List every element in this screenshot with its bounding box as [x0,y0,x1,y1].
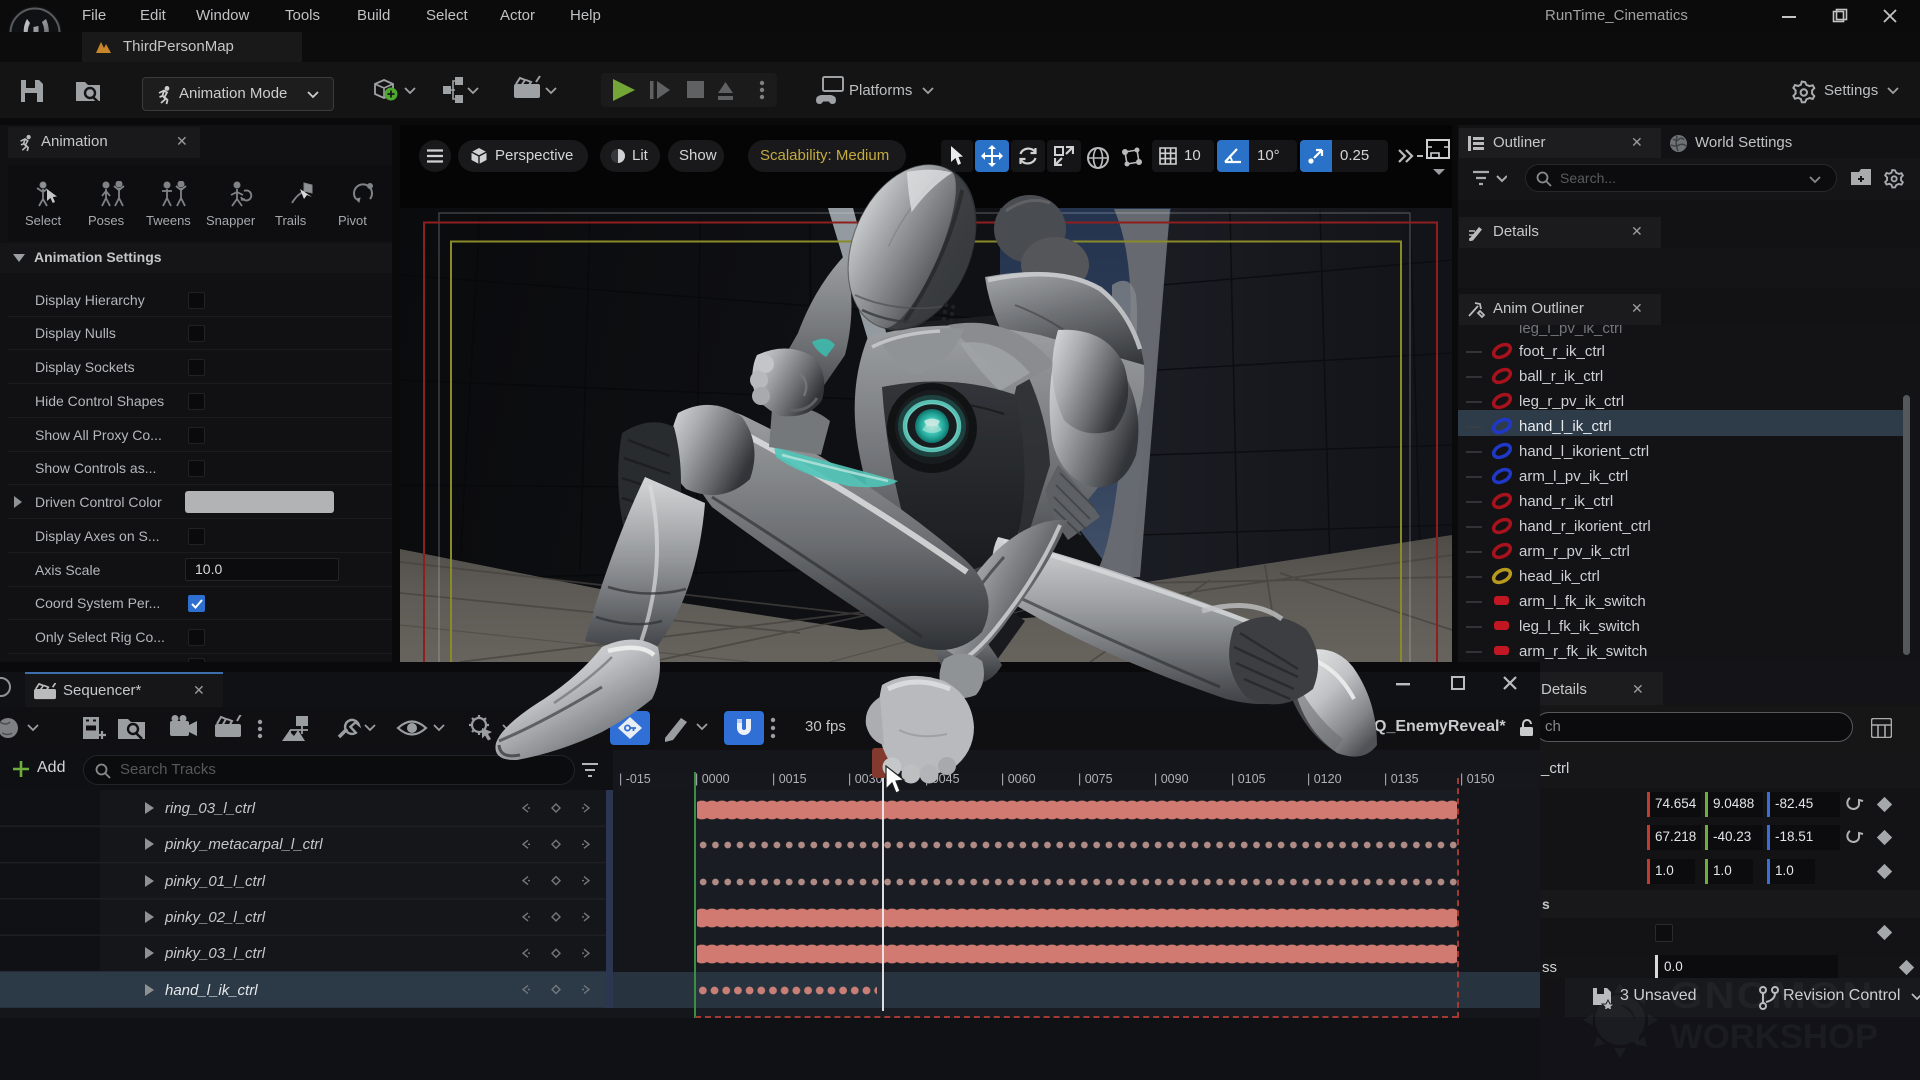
svg-text:hand_r_ikorient_ctrl: hand_r_ikorient_ctrl [1519,518,1651,535]
svg-text:head_ik_ctrl: head_ik_ctrl [1519,568,1600,585]
svg-text:hand_l_ik_ctrl: hand_l_ik_ctrl [165,982,258,999]
svg-text:pinky_03_l_ctrl: pinky_03_l_ctrl [164,945,266,962]
svg-text:arm_l_fk_ik_switch: arm_l_fk_ik_switch [1519,593,1646,610]
svg-text:ring_03_l_ctrl: ring_03_l_ctrl [165,800,256,817]
svg-text:hand_r_ik_ctrl: hand_r_ik_ctrl [1519,493,1613,510]
svg-text:arm_r_fk_ik_switch: arm_r_fk_ik_switch [1519,643,1647,660]
svg-text:pinky_02_l_ctrl: pinky_02_l_ctrl [164,909,266,926]
svg-text:leg_l_pv_ik_ctrl: leg_l_pv_ik_ctrl [1519,325,1622,337]
svg-text:ball_r_ik_ctrl: ball_r_ik_ctrl [1519,368,1603,385]
svg-text:hand_l_ikorient_ctrl: hand_l_ikorient_ctrl [1519,443,1649,460]
svg-text:hand_l_ik_ctrl: hand_l_ik_ctrl [1519,418,1612,435]
svg-text:leg_l_fk_ik_switch: leg_l_fk_ik_switch [1519,618,1640,635]
svg-text:arm_l_pv_ik_ctrl: arm_l_pv_ik_ctrl [1519,468,1628,485]
svg-text:leg_r_pv_ik_ctrl: leg_r_pv_ik_ctrl [1519,393,1624,410]
svg-text:arm_r_pv_ik_ctrl: arm_r_pv_ik_ctrl [1519,543,1630,560]
svg-text:pinky_metacarpal_l_ctrl: pinky_metacarpal_l_ctrl [164,836,323,853]
svg-text:pinky_01_l_ctrl: pinky_01_l_ctrl [164,873,266,890]
svg-text:foot_r_ik_ctrl: foot_r_ik_ctrl [1519,343,1605,360]
